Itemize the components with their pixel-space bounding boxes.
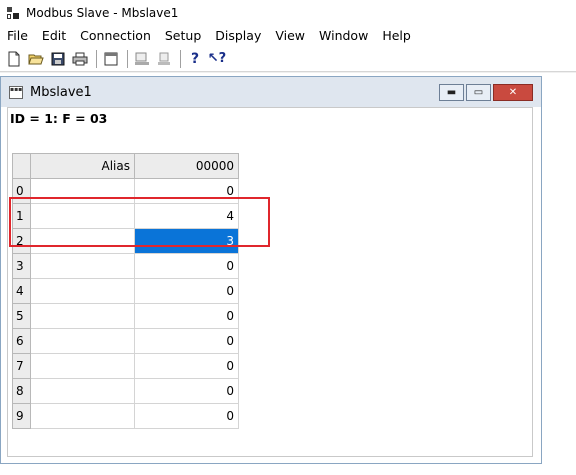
toolbar: ? ↖?: [0, 46, 576, 72]
value-cell[interactable]: 4: [134, 203, 239, 229]
menubar: File Edit Connection Setup Display View …: [0, 25, 576, 46]
row-header[interactable]: 4: [12, 278, 31, 304]
alias-cell[interactable]: [30, 303, 135, 329]
table-row: 4 0: [12, 278, 239, 304]
value-cell[interactable]: 0: [134, 403, 239, 429]
alias-cell[interactable]: [30, 328, 135, 354]
table-row: 2 3: [12, 228, 239, 254]
toolbar-separator: [96, 49, 97, 68]
register-icon[interactable]: [132, 49, 152, 69]
table-row: 5 0: [12, 303, 239, 329]
value-cell[interactable]: 0: [134, 253, 239, 279]
mbslave1-window: ▪▪▪ Mbslave1 ▬ ▭ ✕ ID = 1: F = 03 Alias …: [0, 76, 542, 464]
alias-cell[interactable]: [30, 178, 135, 204]
toolbar-separator: [127, 49, 128, 68]
alias-column-header[interactable]: Alias: [30, 153, 135, 179]
row-header[interactable]: 9: [12, 403, 31, 429]
table-row: 3 0: [12, 253, 239, 279]
value-cell[interactable]: 0: [134, 328, 239, 354]
menu-edit[interactable]: Edit: [35, 28, 73, 43]
toolbar-separator: [180, 49, 181, 68]
value-cell[interactable]: 0: [134, 353, 239, 379]
menu-display[interactable]: Display: [208, 28, 268, 43]
menu-file[interactable]: File: [0, 28, 35, 43]
row-header[interactable]: 7: [12, 353, 31, 379]
minimize-button[interactable]: ▬: [439, 84, 464, 101]
help-icon[interactable]: ?: [185, 49, 205, 69]
value-cell[interactable]: 0: [134, 378, 239, 404]
context-help-icon[interactable]: ↖?: [207, 49, 227, 69]
table-row: 1 4: [12, 203, 239, 229]
row-header[interactable]: 0: [12, 178, 31, 204]
window-controls: ▬ ▭ ✕: [437, 84, 533, 101]
value-cell[interactable]: 0: [134, 303, 239, 329]
menu-window[interactable]: Window: [312, 28, 375, 43]
slave-id-function-label: ID = 1: F = 03: [10, 111, 108, 126]
alias-cell[interactable]: [30, 228, 135, 254]
menu-connection[interactable]: Connection: [73, 28, 158, 43]
table-row: 7 0: [12, 353, 239, 379]
row-header[interactable]: 3: [12, 253, 31, 279]
alias-cell[interactable]: [30, 353, 135, 379]
new-icon[interactable]: [4, 49, 24, 69]
register-grid: Alias 00000 0 0 1 4 2 3 3 0 4 0 5 0 6 0 …: [12, 153, 239, 429]
restore-button[interactable]: ▭: [466, 84, 491, 101]
alias-cell[interactable]: [30, 278, 135, 304]
row-header[interactable]: 8: [12, 378, 31, 404]
open-icon[interactable]: [26, 49, 46, 69]
modbus-app-icon: [6, 6, 20, 20]
table-row: 6 0: [12, 328, 239, 354]
table-row: 8 0: [12, 378, 239, 404]
value-cell[interactable]: 0: [134, 178, 239, 204]
register-alt-icon[interactable]: [154, 49, 174, 69]
menu-setup[interactable]: Setup: [158, 28, 208, 43]
app-title: Modbus Slave - Mbslave1: [26, 5, 179, 20]
alias-cell[interactable]: [30, 378, 135, 404]
alias-cell[interactable]: [30, 253, 135, 279]
close-button[interactable]: ✕: [493, 84, 533, 101]
alias-cell[interactable]: [30, 403, 135, 429]
table-row: 9 0: [12, 403, 239, 429]
window-icon[interactable]: [101, 49, 121, 69]
save-icon[interactable]: [48, 49, 68, 69]
app-titlebar: Modbus Slave - Mbslave1: [0, 0, 576, 25]
grid-corner: [12, 153, 31, 179]
table-row: 0 0: [12, 178, 239, 204]
value-cell-selected[interactable]: 3: [134, 228, 239, 254]
alias-cell[interactable]: [30, 203, 135, 229]
child-window-title: Mbslave1: [30, 84, 92, 100]
menu-help[interactable]: Help: [375, 28, 418, 43]
row-header[interactable]: 1: [12, 203, 31, 229]
mdi-client-area: ▪▪▪ Mbslave1 ▬ ▭ ✕ ID = 1: F = 03 Alias …: [0, 73, 576, 475]
child-client: ID = 1: F = 03 Alias 00000 0 0 1 4 2 3 3…: [7, 107, 533, 457]
row-header[interactable]: 5: [12, 303, 31, 329]
value-column-header[interactable]: 00000: [134, 153, 239, 179]
row-header[interactable]: 2: [12, 228, 31, 254]
print-icon[interactable]: [70, 49, 90, 69]
child-titlebar[interactable]: ▪▪▪ Mbslave1 ▬ ▭ ✕: [1, 77, 541, 107]
row-header[interactable]: 6: [12, 328, 31, 354]
value-cell[interactable]: 0: [134, 278, 239, 304]
menu-view[interactable]: View: [268, 28, 312, 43]
document-icon: ▪▪▪: [9, 85, 23, 99]
